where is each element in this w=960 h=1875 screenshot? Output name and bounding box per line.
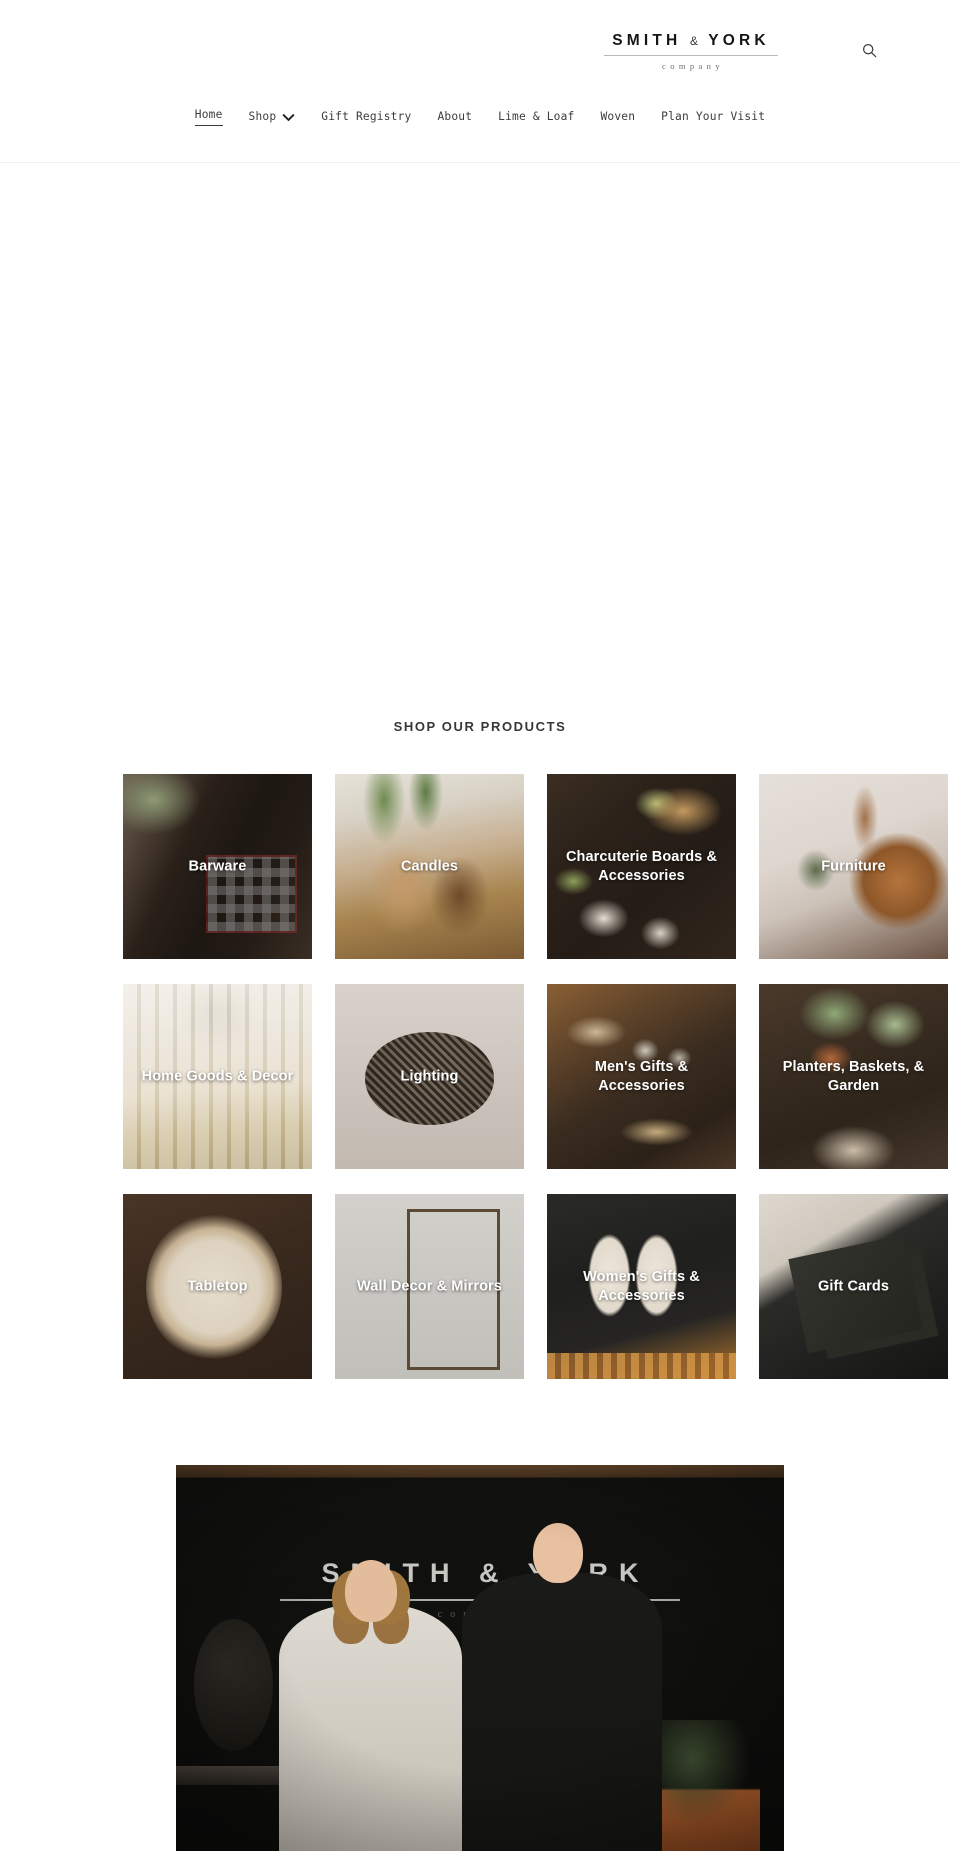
nav-item-woven[interactable]: Woven xyxy=(600,109,635,125)
logo-subtitle: company xyxy=(662,60,724,71)
photo-person-man xyxy=(461,1523,663,1851)
nav-item-label: About xyxy=(437,109,473,123)
nav-item-label: Plan Your Visit xyxy=(661,109,766,123)
site-header: SMITH & YORK company Home Shop Gift Regi… xyxy=(0,0,960,163)
category-tile-label: Gift Cards xyxy=(817,1277,890,1294)
category-tile-lighting[interactable]: Lighting xyxy=(335,984,524,1169)
photo-woman-head xyxy=(344,1559,397,1622)
logo-ampersand: & xyxy=(689,34,700,48)
chevron-down-icon xyxy=(282,111,295,124)
category-tile-label: Men's Gifts & Accessories xyxy=(594,1058,689,1094)
nav-item-plan-your-visit[interactable]: Plan Your Visit xyxy=(661,109,765,125)
category-tile-charcuterie-boards[interactable]: Charcuterie Boards & Accessories xyxy=(547,774,736,959)
logo-word-left: SMITH xyxy=(612,32,682,49)
nav-item-label: Shop xyxy=(248,109,277,123)
category-tile-label: Tabletop xyxy=(187,1277,248,1294)
category-tile-planters-baskets-garden[interactable]: Planters, Baskets, & Garden xyxy=(759,984,948,1169)
product-category-grid: Barware Candles Charcuterie Boards & Acc… xyxy=(0,774,960,1379)
nav-item-gift-registry[interactable]: Gift Registry xyxy=(321,109,411,125)
category-tile-womens-gifts[interactable]: Women's Gifts & Accessories xyxy=(547,1194,736,1379)
category-tile-label: Home Goods & Decor xyxy=(141,1067,294,1084)
photo-mirror xyxy=(194,1619,274,1751)
category-tile-home-goods-decor[interactable]: Home Goods & Decor xyxy=(123,984,312,1169)
nav-item-home[interactable]: Home xyxy=(194,107,223,126)
category-tile-label: Furniture xyxy=(821,857,886,874)
main-navigation: Home Shop Gift Registry About Lime & Loa… xyxy=(0,107,960,126)
category-tile-furniture[interactable]: Furniture xyxy=(759,774,948,959)
category-tile-wall-decor-mirrors[interactable]: Wall Decor & Mirrors xyxy=(335,1194,524,1379)
category-tile-label: Barware xyxy=(188,857,247,874)
category-tile-label: Planters, Baskets, & Garden xyxy=(782,1058,925,1094)
category-tile-label: Charcuterie Boards & Accessories xyxy=(565,848,718,884)
hero-banner xyxy=(0,163,960,719)
founders-section: SMITH & YORK company xyxy=(0,1379,960,1851)
page-title: SHOP OUR PRODUCTS xyxy=(393,719,567,734)
founders-photo: SMITH & YORK company xyxy=(176,1465,784,1851)
category-tile-label: Candles xyxy=(400,857,459,874)
logo-word-right: YORK xyxy=(708,32,770,49)
nav-item-lime-and-loaf[interactable]: Lime & Loaf xyxy=(498,109,574,125)
nav-item-label: Woven xyxy=(600,109,636,123)
category-tile-tabletop[interactable]: Tabletop xyxy=(123,1194,312,1379)
category-tile-label: Lighting xyxy=(400,1067,459,1084)
nav-item-shop[interactable]: Shop xyxy=(249,109,296,125)
category-tile-gift-cards[interactable]: Gift Cards xyxy=(759,1194,948,1379)
category-tile-label: Women's Gifts & Accessories xyxy=(583,1268,700,1304)
category-tile-candles[interactable]: Candles xyxy=(335,774,524,959)
search-button[interactable] xyxy=(855,36,883,64)
category-tile-mens-gifts[interactable]: Men's Gifts & Accessories xyxy=(547,984,736,1169)
search-icon xyxy=(862,43,877,58)
nav-item-label: Gift Registry xyxy=(321,109,412,123)
photo-person-woman xyxy=(279,1559,462,1851)
category-tile-label: Wall Decor & Mirrors xyxy=(357,1277,502,1294)
nav-item-label: Home xyxy=(194,108,223,121)
nav-item-label: Lime & Loaf xyxy=(498,109,575,123)
nav-item-about[interactable]: About xyxy=(437,109,472,125)
shop-products-section: SHOP OUR PRODUCTS Barware Candles Charcu… xyxy=(0,719,960,1379)
category-tile-barware[interactable]: Barware xyxy=(123,774,312,959)
site-logo[interactable]: SMITH & YORK company xyxy=(604,33,778,70)
photo-man-head xyxy=(533,1523,584,1584)
logo-wordmark: SMITH & YORK xyxy=(604,33,778,56)
